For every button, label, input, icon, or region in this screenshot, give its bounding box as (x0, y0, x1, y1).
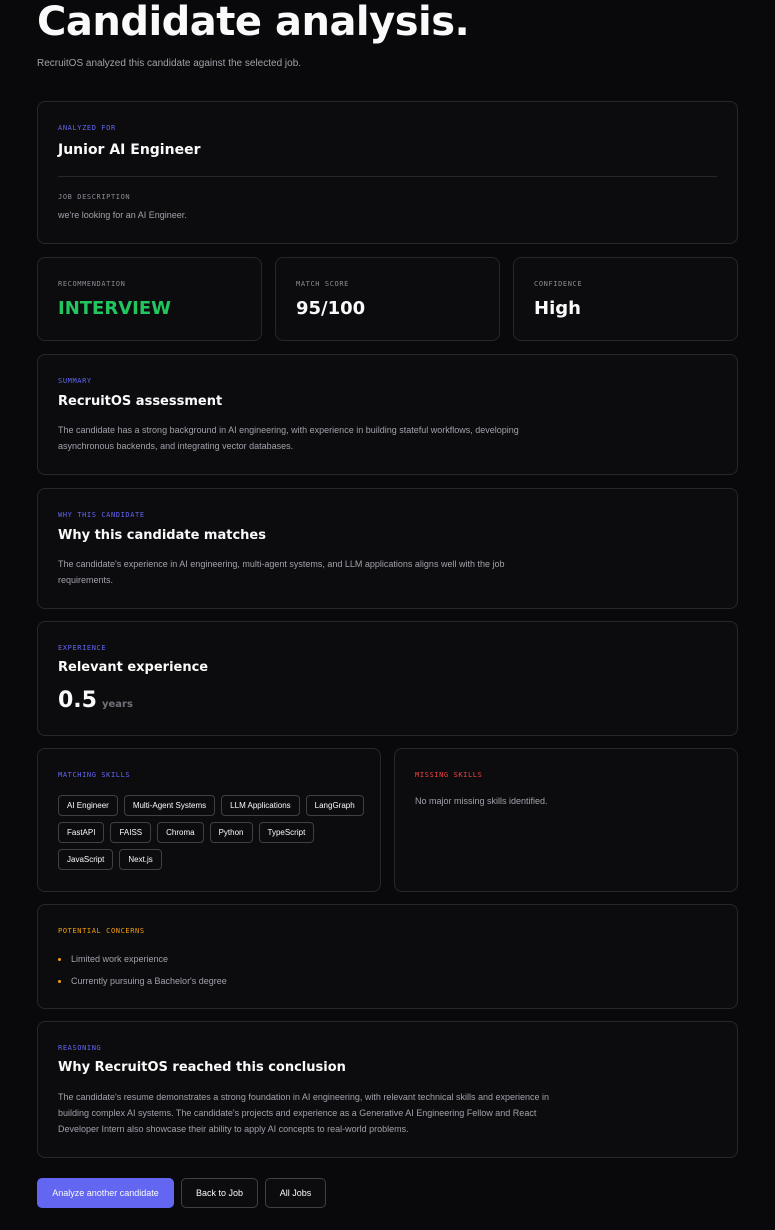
recommendation-card: RECOMMENDATION INTERVIEW (37, 257, 262, 341)
experience-value: 0.5 (58, 688, 97, 713)
summary-text: The candidate has a strong background in… (58, 425, 519, 451)
reasoning-text: The candidate's resume demonstrates a st… (58, 1092, 550, 1134)
concern-text: Limited work experience (71, 954, 169, 964)
all-jobs-button[interactable]: All Jobs (265, 1178, 326, 1208)
skill-chip: Chroma (157, 822, 204, 843)
summary-card: SUMMARY RecruitOS assessment The candida… (37, 354, 738, 475)
skill-chip: Python (209, 822, 253, 843)
skill-chip: FAISS (110, 822, 152, 843)
reasoning-eyebrow: REASONING (58, 1044, 102, 1052)
bullet-dot (58, 979, 61, 983)
recommendation-label: RECOMMENDATION (58, 280, 126, 288)
recommendation-value: INTERVIEW (58, 298, 171, 319)
analyzed-for-label: ANALYZED FOR (58, 124, 116, 132)
summary-eyebrow: SUMMARY (58, 377, 92, 385)
page-title: Candidate analysis. (37, 0, 470, 45)
missing-skills-card: MISSING SKILLS No major missing skills i… (394, 748, 738, 892)
skill-chip: FastAPI (58, 822, 105, 843)
why-text: The candidate's experience in AI enginee… (58, 559, 505, 585)
concern-item: Limited work experience (58, 952, 227, 966)
confidence-card: CONFIDENCE High (513, 257, 738, 341)
concerns-list: Limited work experience Currently pursui… (58, 952, 227, 988)
experience-eyebrow: EXPERIENCE (58, 644, 107, 652)
page-subtitle: RecruitOS analyzed this candidate agains… (37, 58, 302, 69)
skill-chip: JavaScript (58, 849, 114, 870)
why-title: Why this candidate matches (58, 528, 266, 543)
back-to-job-button[interactable]: Back to Job (181, 1178, 258, 1208)
page: Candidate analysis. RecruitOS analyzed t… (37, 0, 738, 1208)
match-score-card: MATCH SCORE 95/100 (275, 257, 500, 341)
job-title: Junior AI Engineer (58, 142, 201, 158)
why-card: WHY THIS CANDIDATE Why this candidate ma… (37, 488, 738, 609)
concern-text: Currently pursuing a Bachelor's degree (71, 976, 227, 986)
concerns-card: POTENTIAL CONCERNS Limited work experien… (37, 904, 738, 1009)
missing-skills-text: No major missing skills identified. (415, 796, 548, 806)
skill-chip: TypeScript (258, 822, 315, 843)
job-description-label: JOB DESCRIPTION (58, 193, 131, 201)
divider (58, 176, 717, 177)
concerns-eyebrow: POTENTIAL CONCERNS (58, 927, 145, 935)
job-card: ANALYZED FOR Junior AI Engineer JOB DESC… (37, 101, 738, 244)
match-score-value: 95/100 (296, 298, 366, 319)
skill-chip: LangGraph (305, 795, 364, 816)
bullet-dot (58, 957, 61, 961)
reasoning-title: Why RecruitOS reached this conclusion (58, 1060, 346, 1075)
confidence-value: High (534, 298, 581, 319)
why-eyebrow: WHY THIS CANDIDATE (58, 511, 145, 519)
experience-title: Relevant experience (58, 660, 209, 675)
summary-title: RecruitOS assessment (58, 394, 223, 409)
matching-skills-label: MATCHING SKILLS (58, 771, 131, 779)
experience-value-row: 0.5 years (58, 688, 133, 713)
matching-skills-card: MATCHING SKILLS AI Engineer Multi-Agent S… (37, 748, 381, 892)
match-score-label: MATCH SCORE (296, 280, 349, 288)
skill-chip: Next.js (119, 849, 162, 870)
skill-chip: LLM Applications (221, 795, 300, 816)
reasoning-card: REASONING Why RecruitOS reached this con… (37, 1021, 738, 1158)
job-description: we're looking for an AI Engineer. (58, 210, 187, 220)
experience-unit: years (101, 699, 133, 710)
matching-skills-list: AI Engineer Multi-Agent Systems LLM Applic… (58, 795, 368, 870)
experience-card: EXPERIENCE Relevant experience 0.5 years (37, 621, 738, 736)
skill-chip: Multi-Agent Systems (123, 795, 216, 816)
confidence-label: CONFIDENCE (534, 280, 583, 288)
skill-chip: AI Engineer (58, 795, 118, 816)
analyze-another-button[interactable]: Analyze another candidate (37, 1178, 174, 1208)
missing-skills-label: MISSING SKILLS (415, 771, 483, 779)
concern-item: Currently pursuing a Bachelor's degree (58, 974, 227, 988)
